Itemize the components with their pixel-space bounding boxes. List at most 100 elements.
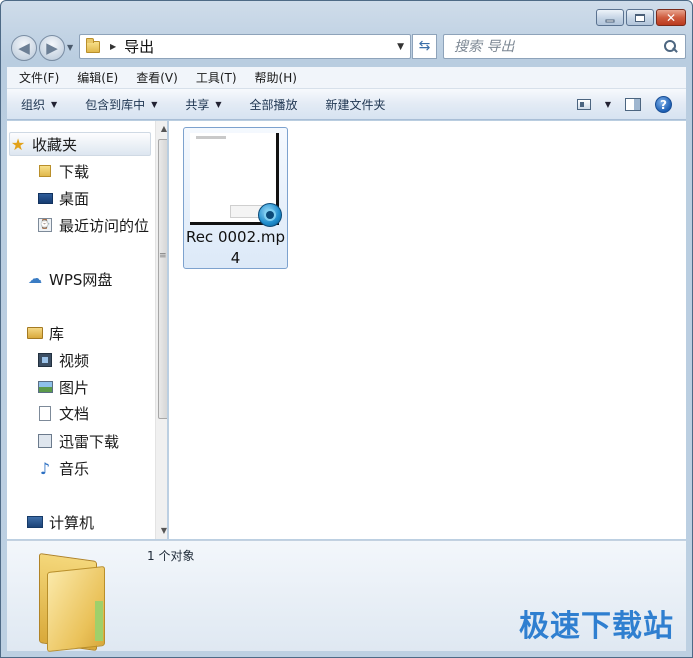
back-button[interactable]: ◀ — [11, 35, 37, 61]
nav-desktop[interactable]: 桌面 — [37, 186, 89, 210]
video-library-icon — [37, 352, 53, 368]
folder-icon — [37, 163, 53, 179]
nav-music[interactable]: ♪ 音乐 — [37, 456, 89, 480]
nav-documents[interactable]: 文档 — [37, 401, 89, 425]
nav-label: 桌面 — [59, 189, 90, 208]
nav-videos[interactable]: 视频 — [37, 348, 89, 372]
nav-libraries[interactable]: 库 — [27, 321, 64, 345]
nav-label: 最近访问的位 — [59, 216, 150, 235]
new-folder-label: 新建文件夹 — [325, 97, 386, 112]
breadcrumb-current[interactable]: 导出 — [124, 36, 154, 57]
maximize-button[interactable] — [626, 9, 654, 26]
maximize-icon — [635, 13, 645, 22]
menu-file[interactable]: 文件(F) — [7, 69, 65, 86]
forward-arrow-icon: ▶ — [46, 39, 58, 57]
nav-label: 下载 — [59, 162, 90, 181]
scrollbar-grip-icon: ≡ — [159, 251, 167, 261]
share-label: 共享 — [185, 97, 210, 112]
close-button[interactable]: ✕ — [656, 9, 686, 26]
nav-computer[interactable]: 计算机 — [27, 510, 94, 534]
file-list[interactable]: Rec 0002.mp4 — [169, 121, 686, 539]
file-item[interactable]: Rec 0002.mp4 — [183, 127, 288, 269]
chevron-down-icon: ▼ — [151, 99, 158, 109]
include-label: 包含到库中 — [85, 97, 146, 112]
nav-recent[interactable]: ⌚ 最近访问的位 — [37, 213, 149, 237]
nav-favorites[interactable]: ★ 收藏夹 — [9, 132, 151, 156]
search-input[interactable] — [444, 38, 661, 55]
site-watermark: 极速下载站 — [519, 609, 674, 644]
star-icon: ★ — [10, 134, 26, 154]
documents-icon — [37, 405, 53, 421]
menu-bar: 文件(F) 编辑(E) 查看(V) 工具(T) 帮助(H) — [7, 67, 686, 89]
search-box[interactable] — [443, 34, 686, 59]
details-pane: 1 个对象 极速下载站 — [7, 540, 686, 653]
nav-downloads[interactable]: 下载 — [37, 159, 89, 183]
nav-label: 收藏夹 — [32, 135, 78, 154]
nav-thunder-downloads[interactable]: 迅雷下载 — [37, 429, 119, 453]
music-note-icon: ♪ — [39, 458, 51, 478]
menu-help[interactable]: 帮助(H) — [243, 69, 303, 86]
pictures-icon — [37, 379, 53, 395]
chevron-down-icon: ▼ — [604, 99, 611, 109]
nav-scrollbar[interactable]: ▲ ≡ ▼ — [155, 121, 167, 539]
view-options-dropdown[interactable]: ▼ — [605, 100, 611, 109]
navigation-pane: ★ 收藏夹 下载 桌面 ⌚ 最近访问的位 ☁ WPS网盘 库 视频 图片 文档 迅雷下… — [7, 121, 167, 539]
address-dropdown-icon[interactable]: ▼ — [397, 42, 404, 52]
item-count: 1 个对象 — [147, 549, 195, 563]
file-name: Rec 0002.mp4 — [185, 228, 286, 267]
nav-label: 音乐 — [59, 459, 90, 478]
help-icon[interactable]: ? — [655, 95, 672, 113]
computer-icon — [27, 514, 43, 530]
nav-label: 图片 — [59, 378, 90, 397]
organize-label: 组织 — [21, 97, 46, 112]
scrollbar-thumb[interactable] — [158, 139, 167, 419]
nav-label: WPS网盘 — [49, 270, 113, 289]
toolbar-right: ▼ ? — [576, 95, 672, 113]
share-button[interactable]: 共享 ▼ — [171, 96, 235, 113]
search-icon[interactable] — [661, 38, 679, 56]
folder-icon — [33, 551, 125, 653]
nav-label: 视频 — [59, 351, 90, 370]
breadcrumb-separator-icon[interactable]: ▶ — [110, 42, 116, 51]
include-in-library-button[interactable]: 包含到库中 ▼ — [71, 96, 171, 113]
folder-icon — [86, 37, 100, 53]
new-folder-button[interactable]: 新建文件夹 — [312, 96, 400, 113]
change-view-icon[interactable] — [576, 98, 591, 110]
refresh-button[interactable]: ⇆ — [412, 34, 437, 59]
menu-edit[interactable]: 编辑(E) — [65, 69, 124, 86]
refresh-icon: ⇆ — [418, 38, 431, 54]
close-icon: ✕ — [665, 10, 677, 25]
cloud-icon: ☁ — [28, 271, 42, 287]
library-icon — [27, 325, 43, 341]
thumbnail-text-line — [196, 136, 226, 139]
back-arrow-icon: ◀ — [18, 39, 30, 57]
video-file-icon — [258, 203, 282, 227]
play-all-label: 全部播放 — [249, 97, 298, 112]
command-bar: 组织 ▼ 包含到库中 ▼ 共享 ▼ 全部播放 新建文件夹 ▼ ? — [7, 89, 686, 120]
nav-pictures[interactable]: 图片 — [37, 375, 89, 399]
explorer-window: ✕ ◀ ▶ ▼ ▶ 导出 ▼ ⇆ 文件(F) 编辑(E) 查看(V) 工具(T)… — [0, 0, 693, 658]
scroll-down-arrow-icon[interactable]: ▼ — [156, 523, 167, 539]
address-bar[interactable]: ▶ 导出 ▼ — [79, 34, 411, 59]
minimize-icon — [605, 19, 615, 22]
nav-label: 文档 — [59, 404, 90, 423]
menu-tools[interactable]: 工具(T) — [184, 69, 243, 86]
minimize-button[interactable] — [596, 9, 624, 26]
download-folder-icon — [37, 433, 53, 449]
scroll-up-arrow-icon[interactable]: ▲ — [156, 121, 167, 137]
nav-wps-drive[interactable]: ☁ WPS网盘 — [27, 267, 112, 291]
organize-button[interactable]: 组织 ▼ — [7, 96, 71, 113]
forward-button[interactable]: ▶ — [39, 35, 65, 61]
nav-label: 迅雷下载 — [59, 432, 120, 451]
nav-label: 计算机 — [49, 513, 95, 532]
chevron-down-icon: ▼ — [51, 99, 58, 109]
nav-label: 库 — [49, 324, 65, 343]
menu-view[interactable]: 查看(V) — [124, 69, 184, 86]
recent-pages-dropdown[interactable]: ▼ — [67, 43, 73, 52]
recent-places-icon: ⌚ — [38, 218, 52, 232]
caption-buttons: ✕ — [596, 9, 686, 26]
preview-pane-icon[interactable] — [625, 97, 641, 111]
play-all-button[interactable]: 全部播放 — [236, 96, 312, 113]
chevron-down-icon: ▼ — [215, 99, 222, 109]
desktop-icon — [37, 190, 53, 206]
